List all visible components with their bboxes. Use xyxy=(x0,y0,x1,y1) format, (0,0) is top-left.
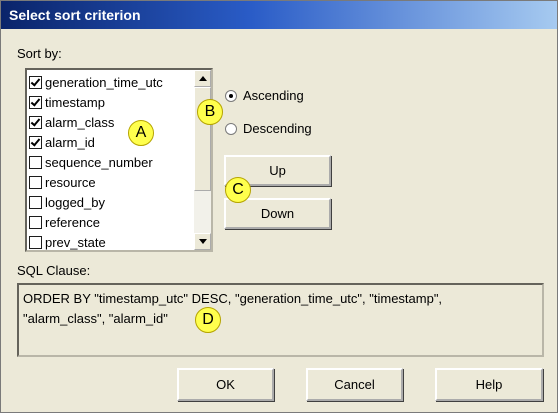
list-item-label: resource xyxy=(45,174,96,190)
checkbox-sequence-number[interactable] xyxy=(29,155,42,169)
callout-marker-d: D xyxy=(195,307,221,333)
checkbox-alarm-class[interactable] xyxy=(29,115,42,129)
list-item-label: sequence_number xyxy=(45,154,153,170)
list-item[interactable]: generation_time_utc xyxy=(29,72,195,92)
list-item[interactable]: alarm_class xyxy=(29,112,195,132)
cancel-button[interactable]: Cancel xyxy=(306,368,403,401)
sql-clause-text: ORDER BY "timestamp_utc" DESC, "generati… xyxy=(17,283,544,357)
ascending-radio[interactable]: Ascending xyxy=(225,88,304,103)
callout-marker-a: A xyxy=(128,120,154,146)
checkbox-logged-by[interactable] xyxy=(29,195,42,209)
radio-dot-ascending[interactable] xyxy=(225,89,237,102)
arrow-down-icon xyxy=(198,239,207,244)
descending-radio[interactable]: Descending xyxy=(225,121,312,136)
list-item-label: alarm_id xyxy=(45,134,95,150)
scroll-up-button[interactable] xyxy=(194,70,211,87)
sort-by-label: Sort by: xyxy=(17,46,62,61)
sort-dialog: Select sort criterion Sort by: generatio… xyxy=(0,0,558,413)
list-item[interactable]: prev_state xyxy=(29,232,195,252)
scroll-down-button[interactable] xyxy=(194,233,211,250)
list-item-label: generation_time_utc xyxy=(45,74,163,90)
list-item[interactable]: sequence_number xyxy=(29,152,195,172)
list-item[interactable]: resource xyxy=(29,172,195,192)
help-button[interactable]: Help xyxy=(435,368,543,401)
callout-marker-c: C xyxy=(225,177,251,203)
radio-dot-descending[interactable] xyxy=(225,122,237,135)
list-item-label: timestamp xyxy=(45,94,105,110)
list-item-label: logged_by xyxy=(45,194,105,210)
checkbox-resource[interactable] xyxy=(29,175,42,189)
list-item[interactable]: timestamp xyxy=(29,92,195,112)
ok-button[interactable]: OK xyxy=(177,368,274,401)
list-item[interactable]: alarm_id xyxy=(29,132,195,152)
checkbox-generation-time-utc[interactable] xyxy=(29,75,42,89)
list-item-label: prev_state xyxy=(45,234,106,250)
list-item[interactable]: reference xyxy=(29,212,195,232)
sort-field-list[interactable]: generation_time_utc timestamp alarm_clas… xyxy=(25,68,213,252)
list-scrollbar[interactable] xyxy=(194,70,211,250)
checkbox-timestamp[interactable] xyxy=(29,95,42,109)
ascending-label: Ascending xyxy=(243,88,304,103)
list-item[interactable]: logged_by xyxy=(29,192,195,212)
checkbox-reference[interactable] xyxy=(29,215,42,229)
checkbox-prev-state[interactable] xyxy=(29,235,42,249)
list-item-label: alarm_class xyxy=(45,114,115,130)
descending-label: Descending xyxy=(243,121,312,136)
sql-clause-label: SQL Clause: xyxy=(17,263,91,278)
callout-marker-b: B xyxy=(197,99,223,125)
arrow-up-icon xyxy=(198,76,207,81)
checkbox-alarm-id[interactable] xyxy=(29,135,42,149)
dialog-title: Select sort criterion xyxy=(1,1,557,29)
list-item-label: reference xyxy=(45,214,100,230)
